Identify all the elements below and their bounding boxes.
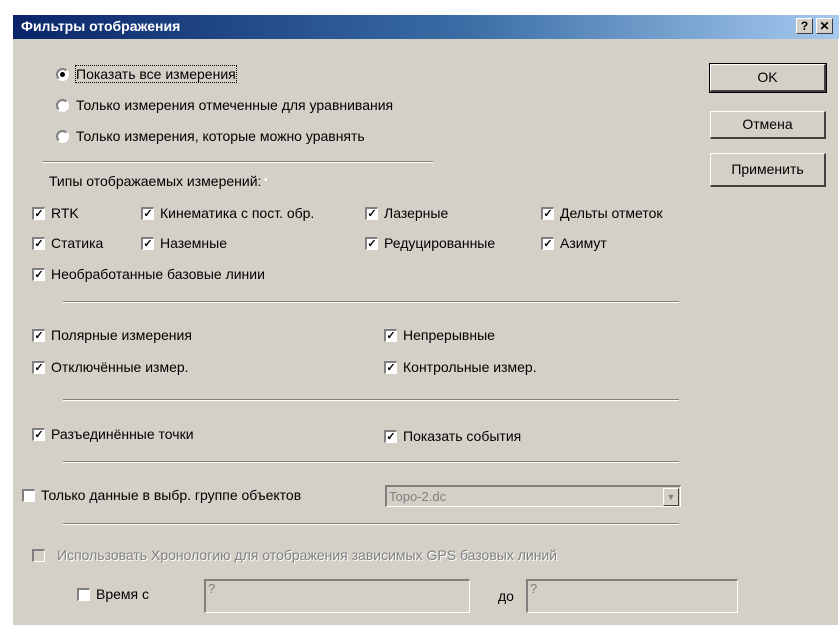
laser-label[interactable]: Лазерные [384,205,448,221]
radio-show-all-label[interactable]: Показать все измерения [75,65,237,83]
reduced-checkbox[interactable]: ✓ [365,237,378,250]
object-group-dropdown[interactable]: Topo-2.dc ▼ [385,485,681,507]
ground-checkbox[interactable]: ✓ [141,237,154,250]
time-from-value: ? [208,581,216,596]
laser-checkbox[interactable]: ✓ [365,207,378,220]
radio-show-all[interactable] [56,68,69,81]
show-events-checkbox[interactable]: ✓ [384,430,397,443]
static-checkbox[interactable]: ✓ [32,237,45,250]
display-filters-dialog: Фильтры отображения ? ✕ Показать все изм… [12,14,839,625]
ok-button[interactable]: OK [709,63,827,93]
show-events-label[interactable]: Показать события [403,428,521,444]
time-from-label[interactable]: Время с [96,586,149,602]
heading-dot: • [264,175,268,186]
time-from-checkbox[interactable] [77,588,90,601]
height-deltas-checkbox[interactable]: ✓ [541,207,554,220]
height-deltas-label[interactable]: Дельты отметок [560,205,663,221]
radio-marked-for-adjustment[interactable] [56,99,69,112]
raw-baselines-label[interactable]: Необработанные базовые линии [51,266,265,282]
azimuth-checkbox[interactable]: ✓ [541,237,554,250]
radio-adjustable[interactable] [56,130,69,143]
group-filter-checkbox[interactable] [22,489,35,502]
azimuth-label[interactable]: Азимут [560,235,607,251]
apply-button[interactable]: Применить [710,153,826,187]
raw-baselines-checkbox[interactable]: ✓ [32,268,45,281]
close-button[interactable]: ✕ [816,18,833,34]
radio-selected-dot [60,72,65,77]
help-button[interactable]: ? [796,18,813,34]
disabled-obs-checkbox[interactable]: ✓ [32,361,45,374]
time-to-label: до [498,588,514,604]
separator [63,461,679,463]
control-obs-checkbox[interactable]: ✓ [384,361,397,374]
disconnected-points-label[interactable]: Разъединённые точки [51,426,194,442]
cancel-button[interactable]: Отмена [710,111,826,139]
separator [63,523,679,525]
continuous-checkbox[interactable]: ✓ [384,329,397,342]
object-group-value: Topo-2.dc [389,489,447,504]
separator [43,161,433,163]
radio-marked-for-adjustment-label[interactable]: Только измерения отмеченные для уравнива… [76,97,393,113]
disconnected-points-checkbox[interactable]: ✓ [32,428,45,441]
radio-adjustable-label[interactable]: Только измерения, которые можно уравнять [76,128,365,144]
chronology-checkbox[interactable] [32,549,45,562]
group-filter-label[interactable]: Только данные в выбр. группе объектов [41,487,301,503]
disabled-obs-label[interactable]: Отключённые измер. [51,359,189,375]
polar-checkbox[interactable]: ✓ [32,329,45,342]
rtk-label[interactable]: RTK [51,205,79,221]
time-to-value: ? [530,581,538,596]
rtk-checkbox[interactable]: ✓ [32,207,45,220]
chevron-down-icon[interactable]: ▼ [663,488,679,506]
time-to-field[interactable]: ? [526,579,738,613]
title-bar[interactable]: Фильтры отображения ? ✕ [13,15,839,39]
chronology-label[interactable]: Использовать Хронологию для отображения … [57,547,557,563]
time-from-field[interactable]: ? [204,579,470,613]
static-label[interactable]: Статика [51,235,103,251]
types-heading: Типы отображаемых измерений: [49,173,262,189]
kinematic-checkbox[interactable]: ✓ [141,207,154,220]
polar-label[interactable]: Полярные измерения [51,327,192,343]
control-obs-label[interactable]: Контрольные измер. [403,359,537,375]
separator [63,301,679,303]
window-title: Фильтры отображения [21,18,181,34]
reduced-label[interactable]: Редуцированные [384,235,495,251]
continuous-label[interactable]: Непрерывные [403,327,495,343]
separator [63,399,679,401]
ground-label[interactable]: Наземные [160,235,227,251]
kinematic-label[interactable]: Кинематика с пост. обр. [160,205,314,221]
